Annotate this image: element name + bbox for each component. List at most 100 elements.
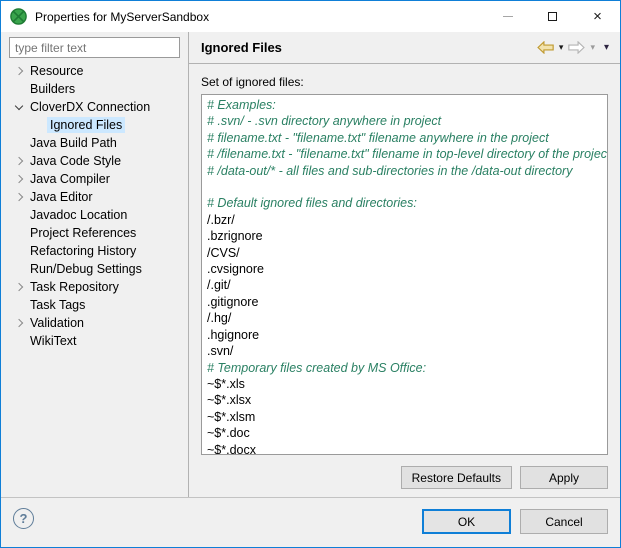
editor-line: .hgignore <box>207 327 602 343</box>
footer-separator <box>1 497 620 498</box>
tree-item-wikitext[interactable]: WikiText <box>1 332 187 350</box>
editor-line: # /filename.txt - "filename.txt" filenam… <box>207 146 602 162</box>
maximize-icon <box>548 12 557 21</box>
editor-line: # Examples: <box>207 97 602 113</box>
tree-item-cloverdx-connection[interactable]: CloverDX Connection <box>1 98 187 116</box>
editor-line: # .svn/ - .svn directory anywhere in pro… <box>207 113 602 129</box>
tree-item-task-tags[interactable]: Task Tags <box>1 296 187 314</box>
editor-line: # filename.txt - "filename.txt" filename… <box>207 130 602 146</box>
tree-item-resource[interactable]: Resource <box>1 62 187 80</box>
ignored-files-pane: Ignored Files ▾ ▾ ▾ Set of ignored files… <box>189 32 620 547</box>
properties-tree: Resource Builders CloverDX Connection Ignor… <box>1 62 187 350</box>
forward-history-dropdown-icon[interactable]: ▾ <box>589 43 596 52</box>
tree-item-refactoring-history[interactable]: Refactoring History <box>1 242 187 260</box>
maximize-button[interactable] <box>530 1 575 32</box>
forward-arrow-icon[interactable] <box>568 41 585 54</box>
twistie-placeholder <box>11 261 27 277</box>
tree-item-label: Java Compiler <box>27 171 113 187</box>
editor-line <box>207 179 602 195</box>
tree-item-label: Project References <box>27 225 139 241</box>
editor-line: ~$*.xlsm <box>207 409 602 425</box>
tree-item-label: Java Code Style <box>27 153 124 169</box>
editor-line: /.git/ <box>207 277 602 293</box>
tree-item-run-debug-settings[interactable]: Run/Debug Settings <box>1 260 187 278</box>
view-menu-icon[interactable]: ▾ <box>603 43 610 53</box>
expanded-chevron-icon[interactable] <box>11 99 27 115</box>
collapsed-chevron-icon[interactable] <box>11 189 27 205</box>
title-bar: Properties for MyServerSandbox × <box>1 1 620 32</box>
tree-item-label: Task Repository <box>27 279 122 295</box>
close-icon: × <box>593 9 602 24</box>
tree-item-label: Task Tags <box>27 297 88 313</box>
editor-line: ~$*.xls <box>207 376 602 392</box>
pane-header: Ignored Files ▾ ▾ ▾ <box>189 32 620 63</box>
minimize-icon <box>503 16 513 17</box>
tree-item-label: Java Build Path <box>27 135 120 151</box>
dialog-body: Resource Builders CloverDX Connection Ignor… <box>1 32 620 547</box>
ignored-files-editor[interactable]: # Examples:# .svn/ - .svn directory anyw… <box>201 94 608 455</box>
editor-line: # /data-out/* - all files and sub-direct… <box>207 163 602 179</box>
tree-item-project-references[interactable]: Project References <box>1 224 187 242</box>
header-separator <box>189 63 620 64</box>
twistie-placeholder <box>11 225 27 241</box>
twistie-placeholder <box>11 297 27 313</box>
back-history-dropdown-icon[interactable]: ▾ <box>558 43 565 52</box>
editor-line: .gitignore <box>207 294 602 310</box>
editor-line: /.bzr/ <box>207 212 602 228</box>
ok-button[interactable]: OK <box>422 509 511 534</box>
close-button[interactable]: × <box>575 1 620 32</box>
editor-line: ~$*.xlsx <box>207 392 602 408</box>
twistie-placeholder <box>11 333 27 349</box>
twistie-placeholder <box>31 117 47 133</box>
filter-input[interactable] <box>9 37 180 58</box>
twistie-placeholder <box>11 207 27 223</box>
editor-line: # Default ignored files and directories: <box>207 195 602 211</box>
tree-item-label: Javadoc Location <box>27 207 130 223</box>
collapsed-chevron-icon[interactable] <box>11 153 27 169</box>
tree-item-task-repository[interactable]: Task Repository <box>1 278 187 296</box>
window-title: Properties for MyServerSandbox <box>35 10 209 24</box>
properties-app-icon <box>10 8 27 25</box>
tree-item-label: Java Editor <box>27 189 96 205</box>
tree-item-java-build-path[interactable]: Java Build Path <box>1 134 187 152</box>
tree-item-java-editor[interactable]: Java Editor <box>1 188 187 206</box>
editor-line: .bzrignore <box>207 228 602 244</box>
editor-line: /CVS/ <box>207 245 602 261</box>
editor-line: .svn/ <box>207 343 602 359</box>
editor-line: ~$*.doc <box>207 425 602 441</box>
tree-item-label: Builders <box>27 81 78 97</box>
ignored-files-label: Set of ignored files: <box>201 75 304 89</box>
minimize-button[interactable] <box>485 1 530 32</box>
editor-line: /.hg/ <box>207 310 602 326</box>
tree-item-ignored-files[interactable]: Ignored Files <box>1 116 187 134</box>
help-button[interactable]: ? <box>13 508 34 529</box>
tree-item-java-compiler[interactable]: Java Compiler <box>1 170 187 188</box>
twistie-placeholder <box>11 135 27 151</box>
editor-line: ~$*.docx <box>207 442 602 455</box>
collapsed-chevron-icon[interactable] <box>11 63 27 79</box>
tree-item-label: Resource <box>27 63 87 79</box>
tree-item-label: Run/Debug Settings <box>27 261 145 277</box>
tree-item-label: WikiText <box>27 333 80 349</box>
tree-item-label: Validation <box>27 315 87 331</box>
tree-item-validation[interactable]: Validation <box>1 314 187 332</box>
twistie-placeholder <box>11 81 27 97</box>
cancel-button[interactable]: Cancel <box>520 509 608 534</box>
restore-defaults-button[interactable]: Restore Defaults <box>401 466 512 489</box>
tree-item-label: Refactoring History <box>27 243 139 259</box>
properties-dialog: Properties for MyServerSandbox × Resourc… <box>0 0 621 548</box>
tree-item-label: Ignored Files <box>47 117 125 133</box>
editor-line: .cvsignore <box>207 261 602 277</box>
back-arrow-icon[interactable] <box>537 41 554 54</box>
tree-item-builders[interactable]: Builders <box>1 80 187 98</box>
tree-item-javadoc-location[interactable]: Javadoc Location <box>1 206 187 224</box>
pane-title: Ignored Files <box>201 40 282 55</box>
editor-line: # Temporary files created by MS Office: <box>207 360 602 376</box>
collapsed-chevron-icon[interactable] <box>11 315 27 331</box>
collapsed-chevron-icon[interactable] <box>11 171 27 187</box>
apply-button[interactable]: Apply <box>520 466 608 489</box>
tree-item-label: CloverDX Connection <box>27 99 153 115</box>
tree-item-java-code-style[interactable]: Java Code Style <box>1 152 187 170</box>
collapsed-chevron-icon[interactable] <box>11 279 27 295</box>
twistie-placeholder <box>11 243 27 259</box>
